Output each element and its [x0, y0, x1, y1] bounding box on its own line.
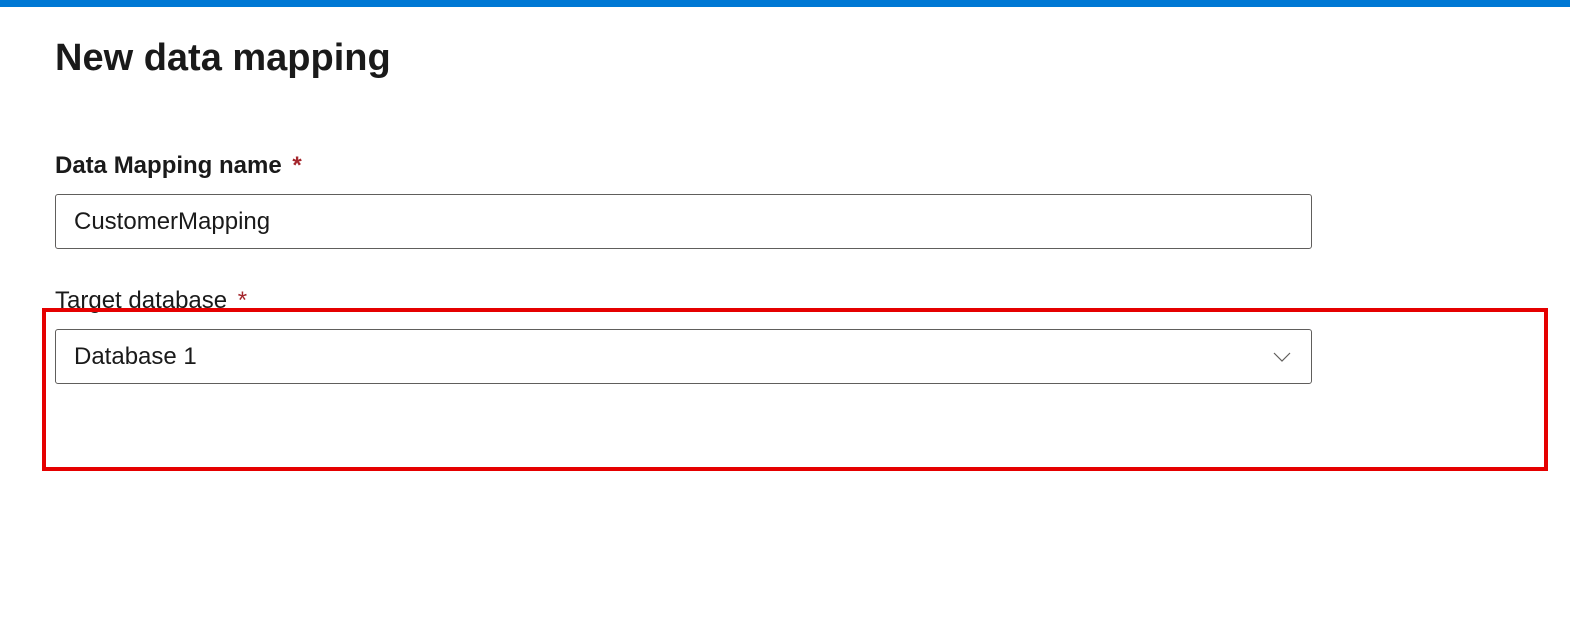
target-database-label: Target database * — [55, 287, 1515, 315]
target-database-select[interactable]: Database 1 — [55, 329, 1312, 384]
required-asterisk: * — [292, 152, 301, 179]
content-area: New data mapping Data Mapping name * Tar… — [0, 7, 1570, 384]
target-database-label-text: Target database — [55, 287, 227, 314]
data-mapping-name-label-text: Data Mapping name — [55, 152, 282, 179]
data-mapping-name-group: Data Mapping name * — [55, 152, 1515, 249]
required-asterisk: * — [238, 287, 247, 314]
data-mapping-name-input[interactable] — [55, 194, 1312, 249]
target-database-group: Target database * Database 1 — [55, 287, 1515, 384]
page-title: New data mapping — [55, 37, 1515, 80]
data-mapping-name-label: Data Mapping name * — [55, 152, 1515, 180]
chevron-down-icon — [1273, 348, 1291, 366]
target-database-selected-value: Database 1 — [74, 343, 197, 371]
top-accent-bar — [0, 0, 1570, 7]
